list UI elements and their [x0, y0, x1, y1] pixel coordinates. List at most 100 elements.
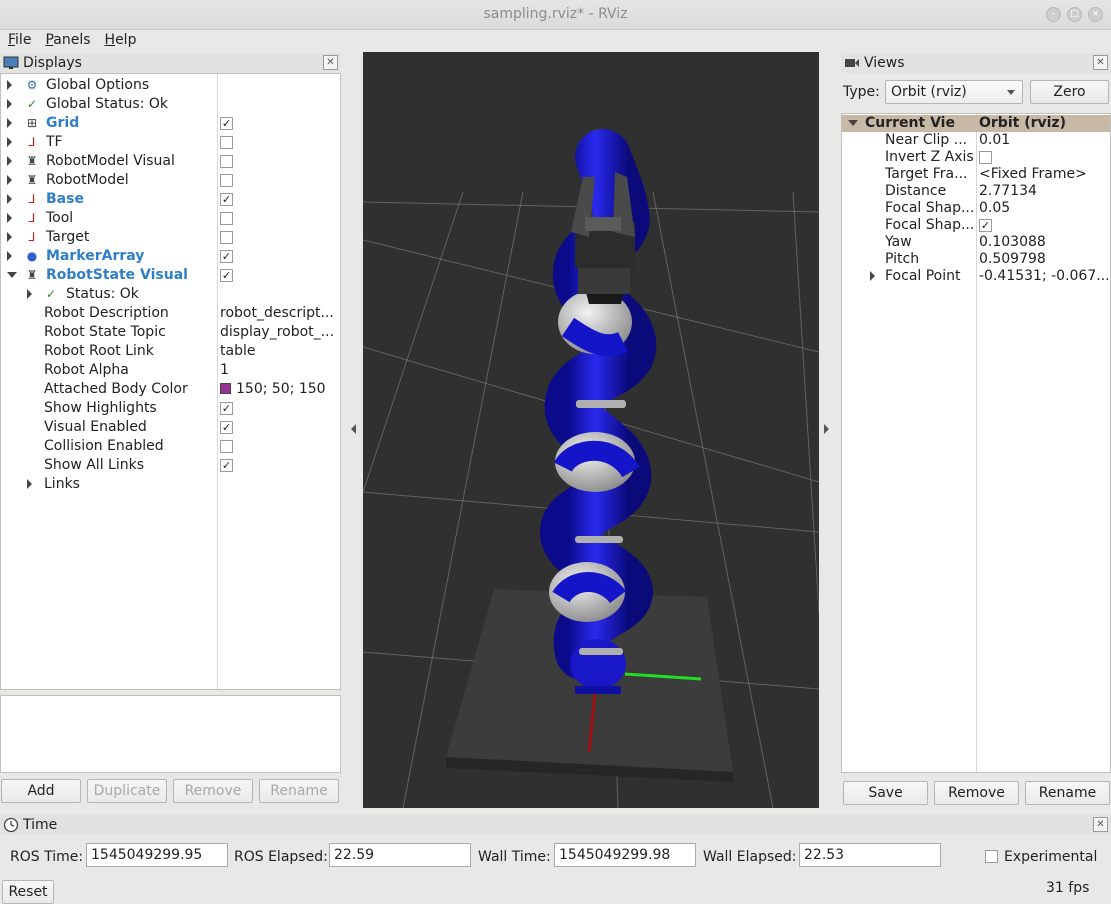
render-viewport[interactable]: [363, 52, 819, 808]
view-property-row[interactable]: Focal Shap... ✓: [842, 217, 1110, 234]
maximize-icon[interactable]: □: [1067, 7, 1082, 22]
menu-help[interactable]: Help: [105, 32, 137, 52]
property-row[interactable]: Robot Alpha 1: [1, 361, 340, 380]
display-enable-checkbox[interactable]: [220, 136, 233, 149]
view-property-value[interactable]: <Fixed Frame>: [979, 166, 1109, 182]
property-checkbox[interactable]: [220, 440, 233, 453]
view-property-row[interactable]: Invert Z Axis: [842, 149, 1110, 166]
expand-arrow-icon[interactable]: [7, 137, 12, 147]
collapse-right-icon[interactable]: [824, 424, 829, 434]
view-property-value[interactable]: 0.05: [979, 200, 1109, 216]
remove-view-button[interactable]: Remove: [934, 781, 1019, 805]
view-property-row[interactable]: Near Clip ... 0.01: [842, 132, 1110, 149]
display-item[interactable]: ♜ RobotModel: [1, 171, 340, 190]
expand-arrow-icon[interactable]: [7, 251, 12, 261]
display-item[interactable]: ⅃ TF: [1, 133, 340, 152]
property-row[interactable]: Show Highlights ✓: [1, 399, 340, 418]
close-time-panel-icon[interactable]: ✕: [1093, 817, 1108, 832]
view-property-value[interactable]: 2.77134: [979, 183, 1109, 199]
save-view-button[interactable]: Save: [843, 781, 928, 805]
add-display-button[interactable]: Add: [1, 779, 81, 803]
display-enable-checkbox[interactable]: [220, 155, 233, 168]
property-value[interactable]: 150; 50; 150: [220, 381, 338, 397]
expand-arrow-icon[interactable]: [7, 118, 12, 128]
expand-arrow-icon[interactable]: [7, 99, 12, 109]
display-item[interactable]: ● MarkerArray ✓: [1, 247, 340, 266]
display-item[interactable]: ⅃ Target: [1, 228, 340, 247]
wall-time-field[interactable]: 1545049299.98: [554, 843, 696, 867]
display-item[interactable]: ⊞ Grid ✓: [1, 114, 340, 133]
expand-arrow-icon[interactable]: [7, 80, 12, 90]
view-property-row[interactable]: Yaw 0.103088: [842, 234, 1110, 251]
close-window-icon[interactable]: ×: [1088, 7, 1103, 22]
color-swatch[interactable]: [220, 383, 231, 394]
display-enable-checkbox[interactable]: ✓: [220, 250, 233, 263]
view-property-value[interactable]: 0.01: [979, 132, 1109, 148]
collapse-arrow-icon[interactable]: [7, 272, 17, 278]
experimental-checkbox[interactable]: [985, 850, 998, 863]
display-enable-checkbox[interactable]: ✓: [220, 117, 233, 130]
property-row[interactable]: Robot Description robot_descript...: [1, 304, 340, 323]
property-checkbox[interactable]: ✓: [220, 421, 233, 434]
view-property-value[interactable]: -0.41531; -0.067...: [979, 268, 1109, 284]
ros-time-field[interactable]: 1545049299.95: [86, 843, 228, 867]
view-property-value[interactable]: 0.103088: [979, 234, 1109, 250]
property-value[interactable]: display_robot_...: [220, 324, 338, 340]
view-property-value[interactable]: 0.509798: [979, 251, 1109, 267]
display-enable-checkbox[interactable]: [220, 212, 233, 225]
property-value[interactable]: robot_descript...: [220, 305, 338, 321]
view-property-row[interactable]: Focal Point -0.41531; -0.067...: [842, 268, 1110, 285]
expand-arrow-icon[interactable]: [870, 271, 875, 281]
display-enable-checkbox[interactable]: ✓: [220, 269, 233, 282]
wall-elapsed-field[interactable]: 22.53: [799, 843, 941, 867]
property-row[interactable]: Robot State Topic display_robot_...: [1, 323, 340, 342]
expand-arrow-icon[interactable]: [27, 289, 32, 299]
current-view-row[interactable]: Current View Orbit (rviz): [842, 115, 1110, 132]
scene-3d[interactable]: [363, 52, 819, 808]
ros-elapsed-field[interactable]: 22.59: [329, 843, 471, 867]
rename-view-button[interactable]: Rename: [1025, 781, 1110, 805]
property-value[interactable]: 1: [220, 362, 338, 378]
close-views-panel-icon[interactable]: ✕: [1093, 55, 1108, 70]
view-property-row[interactable]: Pitch 0.509798: [842, 251, 1110, 268]
view-property-row[interactable]: Focal Shap... 0.05: [842, 200, 1110, 217]
expand-arrow-icon[interactable]: [7, 213, 12, 223]
minimize-icon[interactable]: –: [1046, 7, 1061, 22]
menu-file[interactable]: File: [8, 32, 31, 52]
view-property-checkbox[interactable]: ✓: [979, 219, 992, 232]
rename-display-button[interactable]: Rename: [259, 779, 339, 803]
right-splitter[interactable]: [819, 52, 841, 808]
display-item[interactable]: ✓ Global Status: Ok: [1, 95, 340, 114]
remove-display-button[interactable]: Remove: [173, 779, 253, 803]
display-item[interactable]: ♜ RobotModel Visual: [1, 152, 340, 171]
left-splitter[interactable]: [341, 52, 363, 808]
property-row[interactable]: Collision Enabled: [1, 437, 340, 456]
display-enable-checkbox[interactable]: ✓: [220, 193, 233, 206]
display-item[interactable]: ⅃ Tool: [1, 209, 340, 228]
display-item[interactable]: ⚙ Global Options: [1, 76, 340, 95]
menu-panels[interactable]: Panels: [45, 32, 90, 52]
view-property-checkbox[interactable]: [979, 151, 992, 164]
view-type-select[interactable]: Orbit (rviz): [885, 80, 1023, 104]
property-row[interactable]: ✓ Status: Ok: [1, 285, 340, 304]
collapse-left-icon[interactable]: [351, 424, 356, 434]
reset-button[interactable]: Reset: [2, 880, 54, 904]
property-row[interactable]: Links: [1, 475, 340, 494]
view-property-row[interactable]: Distance 2.77134: [842, 183, 1110, 200]
view-property-row[interactable]: Target Fra... <Fixed Frame>: [842, 166, 1110, 183]
property-checkbox[interactable]: ✓: [220, 402, 233, 415]
display-item[interactable]: ⅃ Base ✓: [1, 190, 340, 209]
expand-arrow-icon[interactable]: [7, 175, 12, 185]
expand-arrow-icon[interactable]: [7, 232, 12, 242]
expand-arrow-icon[interactable]: [7, 194, 12, 204]
zero-view-button[interactable]: Zero: [1030, 80, 1109, 104]
display-enable-checkbox[interactable]: [220, 174, 233, 187]
duplicate-display-button[interactable]: Duplicate: [87, 779, 167, 803]
close-displays-panel-icon[interactable]: ✕: [323, 55, 338, 70]
property-row[interactable]: Attached Body Color 150; 50; 150: [1, 380, 340, 399]
display-enable-checkbox[interactable]: [220, 231, 233, 244]
display-item[interactable]: ♜ RobotState Visual ✓: [1, 266, 340, 285]
property-row[interactable]: Robot Root Link table: [1, 342, 340, 361]
property-checkbox[interactable]: ✓: [220, 459, 233, 472]
property-value[interactable]: table: [220, 343, 338, 359]
